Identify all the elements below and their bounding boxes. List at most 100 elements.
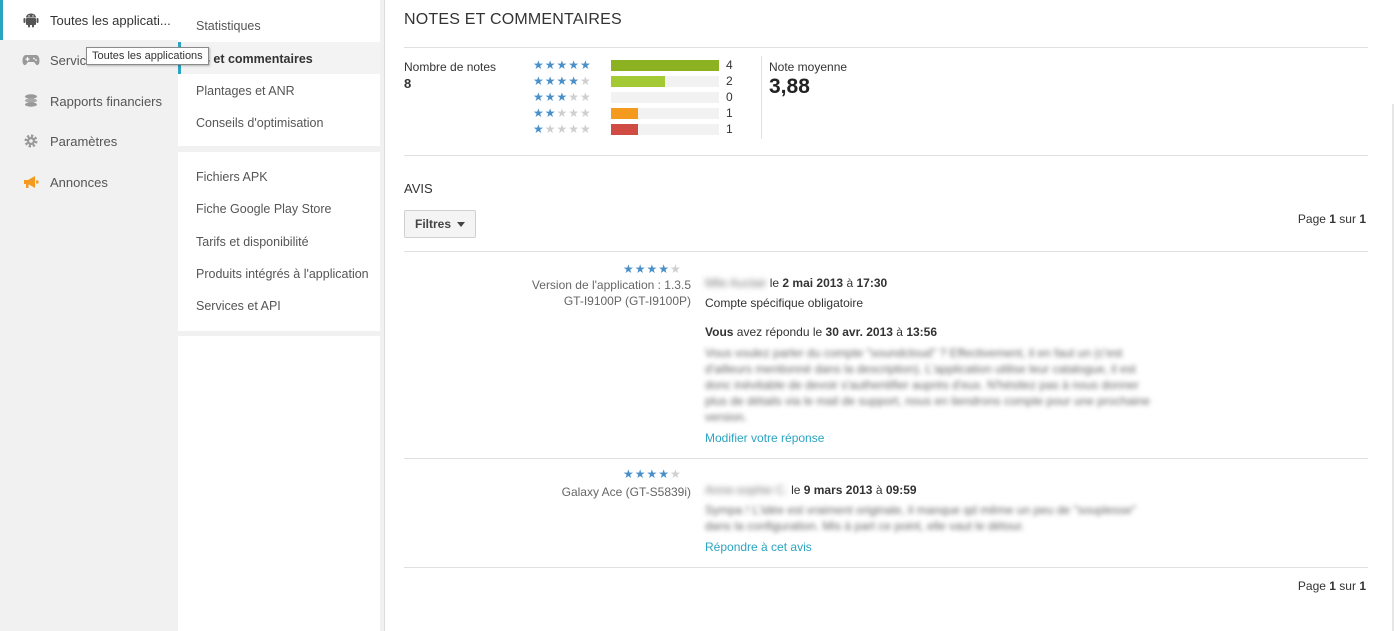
- review-1-header: Mlle Auclair le 2 mai 2013 à 17:30: [705, 276, 887, 290]
- star-rating-icon: ★★★★★: [533, 58, 592, 72]
- gear-icon: [22, 132, 40, 150]
- review-2-device: Galaxy Ace (GT-S5839i): [561, 485, 691, 499]
- pager-total: 1: [1359, 212, 1366, 226]
- pager-sep: sur: [1339, 212, 1356, 226]
- sub-item-crashes-anr[interactable]: Plantages et ANR: [196, 84, 295, 98]
- star-rating-icon: ★★★★★: [533, 106, 592, 120]
- ratings-count-label: Nombre de notes: [404, 60, 497, 74]
- sub-nav-empty: [178, 336, 380, 631]
- star-rating-icon: ★★★★★: [533, 90, 592, 104]
- review-2-date-prefix: le: [791, 483, 801, 497]
- review-1-reply-text: Vous voulez parler du compte "soundcloud…: [705, 346, 1150, 424]
- rating-bar-track: [611, 108, 719, 119]
- sub-item-store-listing[interactable]: Fiche Google Play Store: [196, 202, 332, 216]
- rating-bar: [611, 76, 665, 87]
- review-1-stars: ★★★★★: [623, 262, 682, 276]
- sub-item-in-app-products[interactable]: Produits intégrés à l'application: [196, 267, 369, 281]
- sub-item-pricing[interactable]: Tarifs et disponibilité: [196, 235, 309, 249]
- rating-bar-count: 4: [726, 58, 733, 72]
- main-content: NOTES ET COMMENTAIRES Nombre de notes 8 …: [384, 0, 1394, 631]
- sub-item-statistics[interactable]: Statistiques: [196, 19, 261, 33]
- divider: [404, 155, 1368, 156]
- pager-bottom: Page 1 sur 1: [1298, 579, 1366, 593]
- reply-time-prefix: à: [896, 325, 903, 339]
- left-nav: Toutes les applicati... Servic Rapports …: [0, 0, 178, 631]
- rating-row-5-stars: ★★★★★ 4: [533, 58, 753, 73]
- rating-row-3-stars: ★★★★★ 0: [533, 90, 753, 105]
- nav-item-label: Toutes les applicati...: [50, 12, 171, 28]
- pager-prefix: Page: [1297, 579, 1326, 593]
- filters-button[interactable]: Filtres: [404, 210, 476, 238]
- page-title: NOTES ET COMMENTAIRES: [404, 11, 622, 28]
- rating-bar-count: 0: [726, 90, 733, 104]
- nav-item-label: Servic: [50, 52, 87, 68]
- sub-nav-group-1: Statistiques es et commentaires Plantage…: [178, 0, 380, 146]
- review-1-time-prefix: à: [846, 276, 854, 290]
- review-1-text: Compte spécifique obligatoire: [705, 296, 864, 310]
- sub-nav: Statistiques es et commentaires Plantage…: [178, 0, 382, 631]
- divider: [404, 251, 1368, 252]
- review-2-stars: ★★★★★: [623, 467, 682, 481]
- rating-row-1-stars: ★★★★★ 1: [533, 122, 753, 137]
- review-2-text: Sympa ! L'idée est vraiment originale, i…: [705, 503, 1137, 533]
- rating-bar-count: 1: [726, 106, 733, 120]
- review-1-reply-header: Vous avez répondu le 30 avr. 2013 à 13:5…: [705, 325, 937, 339]
- pager-top: Page 1 sur 1: [1298, 212, 1366, 226]
- review-1-app-version: Version de l'application : 1.3.5: [531, 278, 691, 292]
- review-1-date-prefix: le: [769, 276, 780, 290]
- divider: [404, 567, 1368, 568]
- pager-sep: sur: [1339, 579, 1356, 593]
- rating-bar-count: 2: [726, 74, 733, 88]
- coins-icon: [22, 92, 40, 110]
- reply-to-review-link[interactable]: Répondre à cet avis: [705, 540, 812, 554]
- divider: [404, 47, 1368, 48]
- nav-item-all-apps[interactable]: Toutes les applicati...: [0, 0, 178, 40]
- nav-item-settings[interactable]: Paramètres: [0, 121, 178, 161]
- reply-prefix: avez répondu le: [736, 325, 823, 339]
- review-2-time: 09:59: [885, 483, 917, 497]
- divider-vertical: [761, 56, 762, 139]
- megaphone-icon: [22, 173, 40, 191]
- nav-item-financial-reports[interactable]: Rapports financiers: [0, 81, 178, 121]
- pager-current: 1: [1329, 579, 1336, 593]
- pager-prefix: Page: [1297, 212, 1326, 226]
- reviews-title: AVIS: [404, 181, 433, 196]
- reply-date: 30 avr. 2013: [825, 325, 893, 339]
- rating-row-2-stars: ★★★★★ 1: [533, 106, 753, 121]
- filters-label: Filtres: [414, 217, 451, 231]
- rating-bar-track: [611, 124, 719, 135]
- pager-current: 1: [1329, 212, 1336, 226]
- rating-bar-count: 1: [726, 122, 733, 136]
- sub-item-ratings-reviews[interactable]: es et commentaires: [196, 52, 313, 66]
- gamepad-icon: [22, 51, 40, 69]
- review-1-date: 2 mai 2013: [782, 276, 844, 290]
- reply-author: Vous: [705, 325, 734, 339]
- star-rating-icon: ★★★★★: [533, 74, 592, 88]
- tooltip: Toutes les applications: [86, 47, 209, 65]
- rating-bar-track: [611, 92, 719, 103]
- caret-down-icon: [457, 221, 465, 227]
- review-2-date: 9 mars 2013: [803, 483, 873, 497]
- reply-time: 13:56: [906, 325, 938, 339]
- edit-reply-link[interactable]: Modifier votre réponse: [705, 431, 824, 445]
- rating-bar: [611, 60, 719, 71]
- sub-item-apk[interactable]: Fichiers APK: [196, 170, 268, 184]
- nav-item-label: Paramètres: [50, 133, 118, 149]
- review-1-device: GT-I9100P (GT-I9100P): [563, 294, 691, 308]
- rating-bar-track: [611, 60, 719, 71]
- review-2-header: Anne-sophie C. le 9 mars 2013 à 09:59: [705, 483, 917, 497]
- sub-item-optimization-tips[interactable]: Conseils d'optimisation: [196, 116, 323, 130]
- nav-item-ads[interactable]: Annonces: [0, 162, 178, 202]
- divider: [404, 458, 1368, 459]
- ratings-count: 8: [404, 76, 412, 91]
- sub-item-services-api[interactable]: Services et API: [196, 299, 281, 313]
- nav-item-label: Rapports financiers: [50, 93, 162, 109]
- review-2-meta: Galaxy Ace (GT-S5839i): [562, 484, 691, 500]
- average-rating-label: Note moyenne: [769, 60, 848, 74]
- average-rating: 3,88: [769, 75, 810, 98]
- review-1-meta: Version de l'application : 1.3.5 GT-I910…: [532, 277, 691, 309]
- rating-row-4-stars: ★★★★★ 2: [533, 74, 753, 89]
- star-rating-icon: ★★★★★: [533, 122, 592, 136]
- rating-bar: [611, 124, 638, 135]
- review-2-author: Anne-sophie C.: [705, 483, 788, 497]
